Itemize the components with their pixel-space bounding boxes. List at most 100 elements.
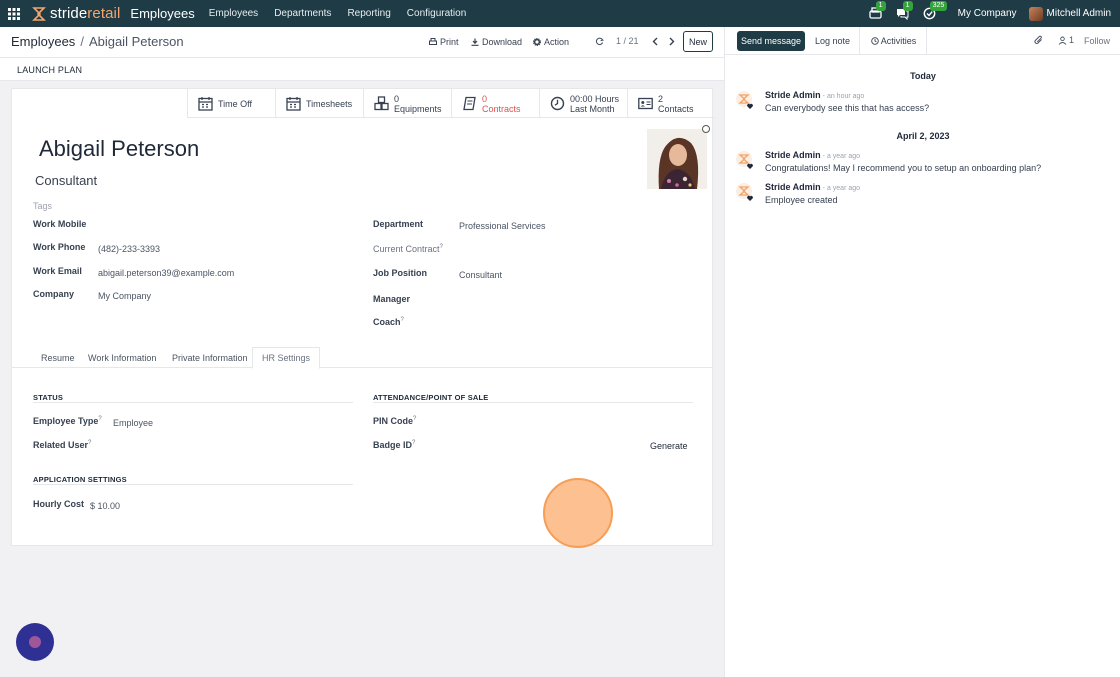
work-mobile-label: Work Mobile xyxy=(33,219,87,229)
breadcrumb-employees-link[interactable]: Employees xyxy=(11,34,75,49)
click-indicator xyxy=(543,478,613,548)
tags-field[interactable]: Tags xyxy=(33,201,52,211)
send-message-button[interactable]: Send message xyxy=(737,31,805,51)
job-position-field[interactable]: Consultant xyxy=(459,270,502,280)
help-tooltip-icon[interactable]: ? xyxy=(401,317,404,323)
systray-tasks[interactable]: 325 xyxy=(923,1,948,20)
message-body: Employee created xyxy=(765,195,838,205)
help-tooltip-icon[interactable]: ? xyxy=(413,416,416,422)
section-divider xyxy=(373,402,693,403)
activities-label: Activities xyxy=(880,36,917,46)
breadcrumb: Employees / Abigail Peterson xyxy=(11,34,184,49)
help-tooltip-icon[interactable]: ? xyxy=(440,244,443,250)
action-button[interactable]: Action xyxy=(533,37,569,47)
calendar-icon xyxy=(198,97,213,111)
equipments-label: Equipments xyxy=(394,103,442,114)
job-position-label: Job Position xyxy=(373,268,427,278)
tab-hr-settings[interactable]: HR Settings xyxy=(252,347,321,369)
equipments-count: 0 xyxy=(394,93,400,104)
user-name: Mitchell Admin xyxy=(1046,8,1111,19)
user-icon xyxy=(1058,36,1067,45)
work-phone-field[interactable]: (482)-233-3393 xyxy=(98,244,160,254)
timesheets-smart-button[interactable]: Timesheets xyxy=(275,89,363,118)
employee-type-label: Employee Type? xyxy=(33,416,102,426)
message-time: - a year ago xyxy=(822,153,861,160)
employee-name-field[interactable]: Abigail Peterson xyxy=(39,136,199,162)
menu-reporting[interactable]: Reporting xyxy=(347,8,390,19)
launch-plan-button[interactable]: LAUNCH PLAN xyxy=(17,65,82,75)
help-tooltip-icon[interactable]: ? xyxy=(98,416,101,422)
coach-label: Coach? xyxy=(373,317,404,327)
new-button[interactable]: New xyxy=(683,31,713,52)
help-tooltip-icon[interactable]: ? xyxy=(412,440,415,446)
employee-photo[interactable] xyxy=(647,129,707,189)
hours-label: Last Month xyxy=(570,103,615,114)
notebook-tabs: Resume Work Information Private Informat… xyxy=(12,347,712,369)
systray-activity[interactable]: 1 xyxy=(868,1,886,20)
contracts-smart-button[interactable]: 0 Contracts xyxy=(451,89,539,118)
work-email-field[interactable]: abigail.peterson39@example.com xyxy=(98,268,234,278)
pin-code-label: PIN Code? xyxy=(373,416,417,426)
breadcrumb-separator: / xyxy=(80,34,84,49)
author-avatar[interactable] xyxy=(735,150,755,170)
follow-button[interactable]: Follow xyxy=(1084,36,1110,46)
company-switcher[interactable]: My Company xyxy=(958,8,1017,19)
contact-card-icon xyxy=(638,97,653,110)
message-author[interactable]: Stride Admin xyxy=(765,182,821,192)
work-email-label: Work Email xyxy=(33,266,82,276)
app-menu-grid-icon[interactable] xyxy=(0,0,28,27)
message-author[interactable]: Stride Admin xyxy=(765,150,821,160)
chatter-panel: Send message Log note Activities 1 Follo… xyxy=(724,27,1120,677)
smart-buttons: Time Off Timesheets 0 Equipments 0 Contrac… xyxy=(187,89,715,118)
employee-form-sheet: Time Off Timesheets 0 Equipments 0 Contrac… xyxy=(11,88,715,546)
tab-work-information[interactable]: Work Information xyxy=(79,347,165,368)
activities-button[interactable]: Activities xyxy=(861,27,927,55)
activity-badge: 1 xyxy=(875,1,886,11)
related-user-label: Related User? xyxy=(33,440,92,450)
pager-value[interactable]: 1 / 21 xyxy=(616,36,639,46)
contacts-count: 2 xyxy=(658,93,664,104)
current-app-name[interactable]: Employees xyxy=(130,6,194,21)
tab-resume[interactable]: Resume xyxy=(32,347,84,368)
company-field[interactable]: My Company xyxy=(98,291,151,301)
clock-icon xyxy=(870,37,879,45)
menu-employees[interactable]: Employees xyxy=(209,8,258,19)
help-tooltip-icon[interactable]: ? xyxy=(88,440,91,446)
chatbot-launcher-button[interactable] xyxy=(16,623,54,661)
menu-configuration[interactable]: Configuration xyxy=(407,8,466,19)
department-field[interactable]: Professional Services xyxy=(459,221,546,231)
print-button[interactable]: Print xyxy=(429,37,459,47)
job-title-field[interactable]: Consultant xyxy=(35,173,97,188)
stride-logo-icon xyxy=(32,6,46,21)
generate-badge-button[interactable]: Generate xyxy=(650,441,688,451)
tab-private-information[interactable]: Private Information xyxy=(163,347,257,368)
avatar xyxy=(1028,6,1043,21)
followers-button[interactable]: 1 xyxy=(1058,35,1074,45)
message-author[interactable]: Stride Admin xyxy=(765,90,821,100)
department-label: Department xyxy=(373,219,424,229)
pager-previous-icon[interactable] xyxy=(651,37,660,46)
employee-type-field[interactable]: Employee xyxy=(113,418,153,428)
log-note-button[interactable]: Log note xyxy=(806,27,860,55)
author-avatar[interactable] xyxy=(735,90,755,110)
author-avatar[interactable] xyxy=(735,182,755,202)
brand-logo[interactable]: strideretail xyxy=(31,5,120,22)
systray-messages[interactable]: 1 xyxy=(896,1,913,20)
time-off-smart-button[interactable]: Time Off xyxy=(187,89,275,118)
download-button[interactable]: Download xyxy=(471,37,522,47)
contacts-smart-button[interactable]: 2 Contacts xyxy=(627,89,715,118)
user-menu[interactable]: Mitchell Admin xyxy=(1028,6,1111,21)
attendance-section-title: ATTENDANCE/POINT OF SALE xyxy=(373,393,489,402)
download-label: Download xyxy=(482,37,523,47)
top-navbar: strideretail Employees Employees Departm… xyxy=(0,0,1120,27)
equipments-smart-button[interactable]: 0 Equipments xyxy=(363,89,451,118)
hourly-cost-field[interactable]: $ 10.00 xyxy=(90,501,120,511)
paperclip-icon[interactable] xyxy=(1033,35,1044,46)
refresh-icon[interactable] xyxy=(595,37,604,46)
contracts-label: Contracts xyxy=(482,103,521,114)
presence-status-icon xyxy=(702,125,710,133)
hours-smart-button[interactable]: 00:00 Hours Last Month xyxy=(539,89,627,118)
pager-next-icon[interactable] xyxy=(667,37,676,46)
menu-departments[interactable]: Departments xyxy=(274,8,331,19)
pager: 1 / 21 xyxy=(595,36,683,46)
